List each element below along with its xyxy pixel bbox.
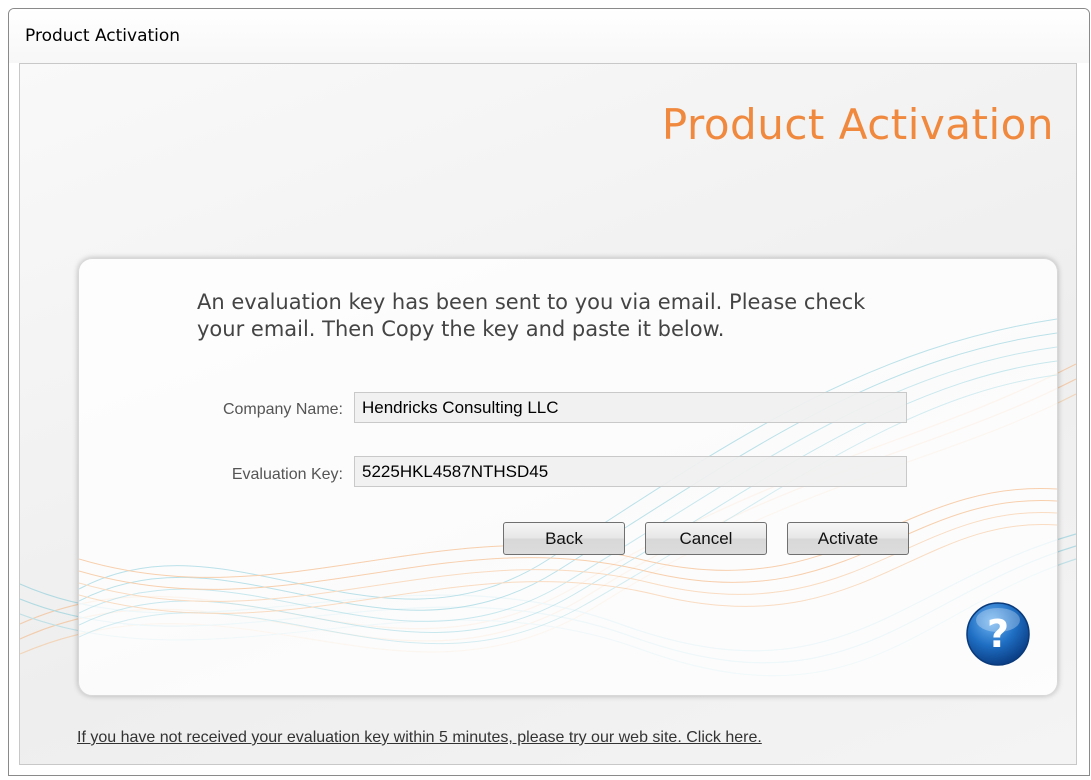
product-activation-window: Product Activation Product Activation An… <box>8 8 1090 776</box>
activate-button[interactable]: Activate <box>787 522 909 555</box>
website-help-link[interactable]: If you have not received your evaluation… <box>77 729 762 747</box>
cancel-button[interactable]: Cancel <box>645 522 767 555</box>
evaluation-key-field[interactable] <box>354 456 907 487</box>
company-name-field[interactable] <box>354 392 907 423</box>
company-name-label: Company Name: <box>222 401 343 418</box>
activation-panel: An evaluation key has been sent to you v… <box>78 258 1058 696</box>
dialog-content: Product Activation An evaluation key has… <box>19 63 1077 765</box>
window-title: Product Activation <box>25 26 181 46</box>
question-mark-icon[interactable]: ? <box>964 600 1032 668</box>
page-title: Product Activation <box>661 100 1054 149</box>
back-button[interactable]: Back <box>503 522 625 555</box>
instructions-text: An evaluation key has been sent to you v… <box>197 290 866 341</box>
svg-text:?: ? <box>987 612 1009 656</box>
evaluation-key-label: Evaluation Key: <box>231 466 343 483</box>
title-bar: Product Activation <box>9 9 1089 63</box>
